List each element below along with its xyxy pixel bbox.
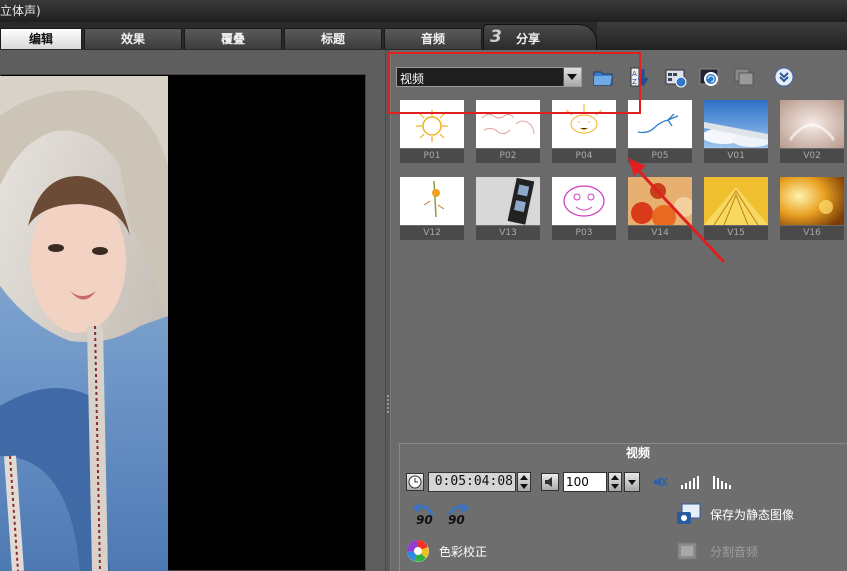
share-label: 分享 [516,32,541,46]
color-correction-button[interactable]: 色彩校正 [406,539,506,563]
tab-strip-cap [597,22,847,50]
annotation-highlight-box [388,52,641,114]
duration-stepper[interactable] [517,472,531,492]
library-item-label: V02 [780,149,844,163]
airplane-wing-photo [704,100,768,148]
soft-light-photo [780,100,844,148]
library-item-v12[interactable] [400,177,464,225]
rotate-left-label: 90 [416,513,433,527]
golden-light-photo [780,177,844,225]
face-doodle-icon [552,177,616,225]
rotate-left-button[interactable]: 90 [408,502,436,528]
fade-out-icon[interactable] [712,474,732,490]
share-step-number: 3 [490,27,502,47]
library-item-label: P02 [476,149,540,163]
library-item-label: V16 [780,226,844,240]
title-bar: 立体声) [0,0,847,22]
library-item-label: P01 [400,149,464,163]
mute-icon[interactable] [652,474,668,490]
library-item-label: V13 [476,226,540,240]
window-title: 立体声) [0,4,41,18]
fade-in-icon[interactable] [680,474,700,490]
rotate-right-label: 90 [448,513,465,527]
library-item-label: P04 [552,149,616,163]
rotate-right-button[interactable]: 90 [446,502,474,528]
options-panel-title: 视频 [625,446,650,460]
duration-field[interactable]: 0:05:04:08 [428,472,516,492]
library-item-v13[interactable] [476,177,540,225]
speaker-icon [541,473,559,491]
split-audio-label: 分割音频 [710,545,759,559]
split-audio-button: 分割音频 [676,539,786,563]
video-preview[interactable] [0,76,168,571]
annotation-arrow [628,158,726,264]
color-wheel-icon [406,539,429,562]
library-item-label: P03 [552,226,616,240]
film-strip-photo [476,177,540,225]
color-correction-label: 色彩校正 [439,545,488,559]
flower-doodle-icon [400,177,464,225]
expand-icon[interactable] [773,66,795,88]
library-item-p03[interactable] [552,177,616,225]
clock-icon [406,473,424,491]
tab-overlay[interactable]: 覆叠 [184,28,282,49]
capture-icon[interactable] [699,66,721,88]
library-item-v01[interactable] [704,100,768,148]
camera-icon [677,503,701,524]
film-audio-icon [677,542,697,560]
tab-share[interactable]: 3 分享 [483,24,597,50]
save-still-image-button[interactable]: 保存为静态图像 [676,503,816,527]
volume-stepper[interactable] [608,472,622,492]
tab-title[interactable]: 标题 [284,28,382,49]
save-still-label: 保存为静态图像 [710,508,795,522]
library-manager-icon[interactable] [665,66,687,88]
tab-audio[interactable]: 音频 [384,28,482,49]
batch-icon [734,66,756,88]
library-item-v02[interactable] [780,100,844,148]
tab-edit[interactable]: 编辑 [0,28,82,49]
video-frame-image [0,76,168,571]
library-item-v16[interactable] [780,177,844,225]
volume-field[interactable]: 100 [563,472,607,492]
tab-effects[interactable]: 效果 [84,28,182,49]
volume-dropdown[interactable] [624,472,640,492]
library-item-label: V12 [400,226,464,240]
